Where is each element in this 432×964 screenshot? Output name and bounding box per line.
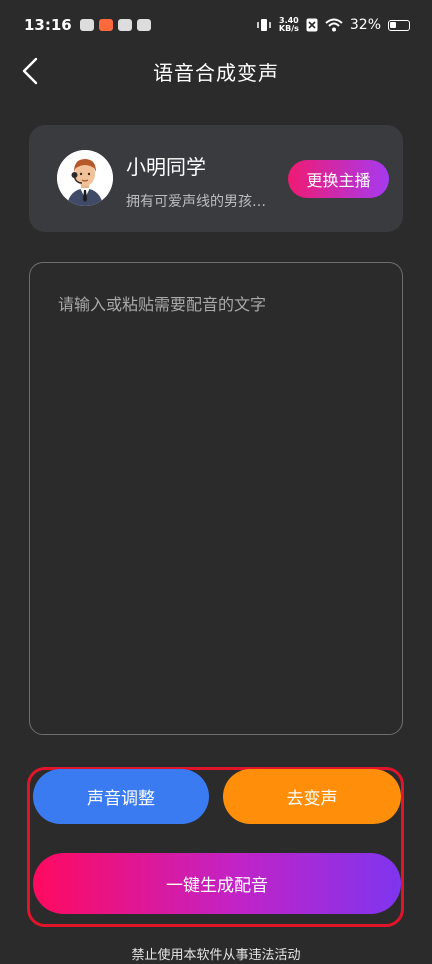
anchor-card: 小明同学 拥有可爱声线的男孩… 更换主播 — [29, 125, 403, 232]
avatar — [57, 150, 113, 206]
anchor-avatar-icon — [57, 150, 113, 206]
network-speed: 3.40 KB/s — [279, 17, 299, 33]
status-right: 3.40 KB/s 32% — [256, 0, 410, 50]
wifi-icon — [325, 18, 343, 32]
dubbing-text-input[interactable] — [29, 262, 403, 735]
vibrate-icon — [257, 19, 271, 31]
voice-adjust-button[interactable]: 声音调整 — [33, 769, 209, 824]
generate-dubbing-button[interactable]: 一键生成配音 — [33, 853, 401, 914]
anchor-name: 小明同学 — [126, 155, 206, 179]
page-title: 语音合成变声 — [153, 60, 279, 85]
chat-app-icon — [79, 19, 94, 31]
change-anchor-button[interactable]: 更换主播 — [288, 160, 389, 198]
network-speed-unit: KB/s — [278, 24, 299, 33]
notification-icons — [79, 19, 151, 31]
no-sim-icon — [306, 18, 318, 32]
footer-note: 禁止使用本软件从事违法活动 — [131, 948, 301, 963]
back-button[interactable] — [14, 54, 46, 88]
shopping-app-icon — [98, 19, 113, 31]
anchor-description: 拥有可爱声线的男孩… — [126, 194, 266, 210]
remove-voice-change-button[interactable]: 去变声 — [223, 769, 401, 824]
battery-percent: 32% — [349, 17, 381, 33]
crown-icon — [136, 19, 151, 31]
battery-icon — [388, 19, 410, 31]
status-bar: 13:16 3.40 KB/s 32% — [0, 0, 432, 50]
tiktok-icon — [117, 19, 132, 31]
status-time: 13:16 — [24, 16, 72, 34]
header: 语音合成变声 — [0, 50, 432, 92]
chevron-left-icon — [22, 57, 38, 85]
